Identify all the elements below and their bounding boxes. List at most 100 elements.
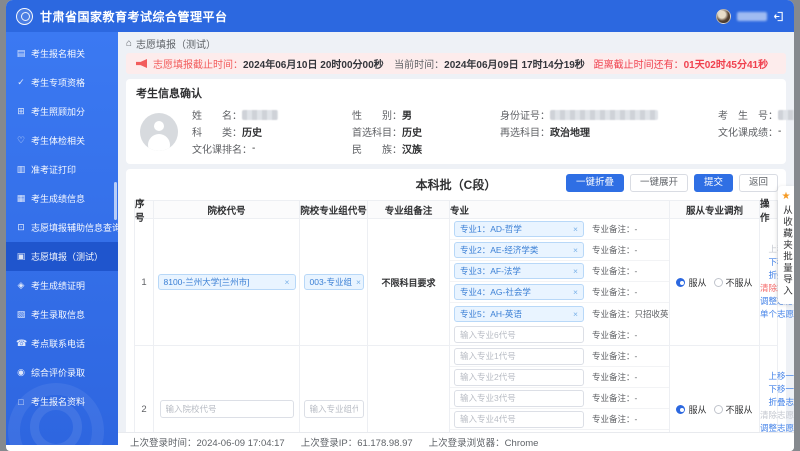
major-remark: 专业备注：-	[592, 223, 637, 235]
header-obey-adjust: 服从专业调剂	[669, 201, 759, 218]
sidebar-item-label: 考生成绩信息	[31, 192, 85, 205]
header-group-code: 院校专业组代号	[299, 201, 367, 218]
batch-action-button[interactable]: 提交	[694, 174, 733, 192]
major-code-input[interactable]	[454, 326, 584, 343]
sidebar-item[interactable]: ✓ 考生专项资格	[6, 68, 118, 97]
breadcrumb: ⌂ 志愿填报（测试）	[126, 36, 786, 50]
major-tag-label: 专业5：AH-英语	[460, 308, 522, 320]
sidebar-item-label: 考生体检相关	[31, 134, 85, 147]
batch-action-button[interactable]: 返回	[739, 174, 778, 192]
not-obey-radio[interactable]: 不服从	[714, 276, 753, 289]
group-code-input[interactable]	[304, 400, 364, 418]
batch-buttons: 一键折叠 一键展开 提交 返回	[566, 174, 778, 192]
major-tag[interactable]: 专业4：AG-社会学	[454, 284, 584, 300]
header-major: 专业	[449, 201, 669, 218]
volunteer-table: 序号 院校代号 院校专业组代号 专业组备注 专业 服从专业调剂 操作 1 8	[134, 200, 778, 432]
row-action-link[interactable]: 单个志愿导入	[760, 308, 794, 321]
breadcrumb-current: 志愿填报（测试）	[136, 36, 216, 51]
major-tag[interactable]: 专业5：AH-英语	[454, 306, 584, 322]
major-tag[interactable]: 专业3：AF-法学	[454, 263, 584, 279]
major-remark: 专业备注：-	[592, 265, 637, 277]
sidebar-item-icon: ▧	[16, 309, 26, 320]
major-row: 专业3：AF-法学 专业备注：-	[450, 261, 669, 282]
sidebar-item[interactable]: ◈ 考生成绩证明	[6, 271, 118, 300]
remove-tag-icon[interactable]	[573, 245, 578, 255]
row-action-link[interactable]: 下移一行	[769, 383, 795, 396]
major-code-input[interactable]	[454, 411, 584, 428]
sidebar-item-icon: ⊞	[16, 106, 26, 117]
favorites-tab-label: 从收藏夹批量导入	[779, 205, 793, 297]
college-tag-label: 8100-兰州大学[兰州市]	[164, 276, 250, 288]
remove-tag-icon[interactable]	[573, 309, 578, 319]
obey-radio[interactable]: 服从	[676, 403, 706, 416]
major-code-input[interactable]	[454, 348, 584, 365]
sidebar-scrollbar[interactable]	[114, 182, 117, 220]
group-tag[interactable]: 003-专业组	[304, 274, 364, 290]
row-action-link[interactable]: 折叠志愿	[769, 396, 795, 409]
batch-action-button[interactable]: 一键展开	[630, 174, 688, 192]
remove-tag-icon[interactable]	[573, 266, 578, 276]
sidebar-item-icon: ▣	[16, 251, 26, 262]
not-obey-radio[interactable]: 不服从	[714, 403, 753, 416]
row-action-link[interactable]: 清除志愿数据	[760, 409, 794, 422]
major-tag[interactable]: 专业2：AE-经济学类	[454, 242, 584, 258]
sidebar-item[interactable]: ⊞ 考生照顾加分	[6, 97, 118, 126]
radio-selected-icon	[676, 405, 685, 414]
field-gender: 性 别：男	[352, 107, 500, 122]
screen: 甘肃省国家教育考试综合管理平台 ▤ 考生报名相关	[0, 0, 800, 451]
sidebar-item[interactable]: ⊡ 志愿填报辅助信息查询	[6, 213, 118, 242]
deadline-banner: 志愿填报截止时间： 2024年06月10日 20时00分00秒 当前时间： 20…	[126, 53, 786, 74]
remove-tag-icon[interactable]	[573, 224, 578, 234]
remove-tag-icon[interactable]	[285, 277, 290, 287]
user-avatar[interactable]	[716, 9, 731, 24]
field-culture-rank: 文化课排名：-	[192, 141, 352, 156]
row-actions: 上移一行 下移一行 折叠志愿 清除志愿数据 调整志愿顺序 单个志愿导入	[759, 346, 794, 432]
major-row: 专业1：AD-哲学 专业备注：-	[450, 219, 669, 240]
last-login-browser: 上次登录浏览器：Chrome	[429, 435, 539, 449]
major-code-input[interactable]	[454, 390, 584, 407]
sidebar-item[interactable]: ▤ 考生报名相关	[6, 39, 118, 68]
redacted-exam-number-value	[778, 110, 794, 120]
major-code-input[interactable]	[454, 369, 584, 386]
sidebar-item[interactable]: ☎ 考点联系电话	[6, 329, 118, 358]
major-tag-label: 专业2：AE-经济学类	[460, 244, 538, 256]
favorites-batch-import-tab[interactable]: ★ 从收藏夹批量导入	[778, 186, 794, 304]
major-tag[interactable]: 专业1：AD-哲学	[454, 221, 584, 237]
sidebar-item[interactable]: □ 考生报名资料	[6, 387, 118, 416]
remove-tag-icon[interactable]	[356, 277, 361, 287]
batch-action-button[interactable]: 一键折叠	[566, 174, 624, 192]
major-remark: 专业备注：只招收英语考生	[592, 308, 669, 320]
college-code-input[interactable]	[160, 400, 294, 418]
sidebar-item[interactable]: ▣ 志愿填报（测试）	[6, 242, 118, 271]
radio-selected-icon	[676, 278, 685, 287]
sidebar-item[interactable]: ▦ 考生成绩信息	[6, 184, 118, 213]
app-window: 甘肃省国家教育考试综合管理平台 ▤ 考生报名相关	[6, 0, 794, 451]
sidebar-item-icon: ☎	[16, 338, 26, 349]
home-icon: ⌂	[126, 38, 132, 49]
group-remark: 不限科目要求	[381, 276, 435, 289]
sidebar-item-label: 考点联系电话	[31, 337, 85, 350]
app-logo-icon	[16, 8, 33, 25]
remove-tag-icon[interactable]	[573, 287, 578, 297]
app-title: 甘肃省国家教育考试综合管理平台	[40, 8, 228, 25]
sidebar-item[interactable]: ◉ 综合评价录取	[6, 358, 118, 387]
major-row: 专业备注：-	[450, 388, 669, 409]
logout-icon[interactable]	[773, 11, 784, 22]
obey-radio[interactable]: 服从	[676, 276, 706, 289]
last-login-time: 上次登录时间：2024-06-09 17:04:17	[130, 435, 285, 449]
sidebar-item[interactable]: ♡ 考生体检相关	[6, 126, 118, 155]
major-row: 专业2：AE-经济学类 专业备注：-	[450, 240, 669, 261]
row-action-link[interactable]: 调整志愿顺序	[760, 422, 794, 432]
sidebar-item-label: 志愿填报（测试）	[31, 250, 103, 263]
deadline-label: 志愿填报截止时间：	[153, 56, 243, 71]
sidebar-item[interactable]: ▥ 准考证打印	[6, 155, 118, 184]
row-action-link[interactable]: 上移一行	[769, 370, 795, 383]
sidebar-item[interactable]: ▧ 考生录取信息	[6, 300, 118, 329]
group-tag-label: 003-专业组	[310, 276, 353, 288]
announcement-icon	[136, 59, 147, 68]
college-tag[interactable]: 8100-兰州大学[兰州市]	[158, 274, 296, 290]
radio-unselected-icon	[714, 278, 723, 287]
sidebar-menu: ▤ 考生报名相关 ✓ 考生专项资格 ⊞ 考生照顾加分 ♡	[6, 32, 118, 416]
sidebar-item-label: 考生照顾加分	[31, 105, 85, 118]
sidebar-item-icon: ▤	[16, 48, 26, 59]
